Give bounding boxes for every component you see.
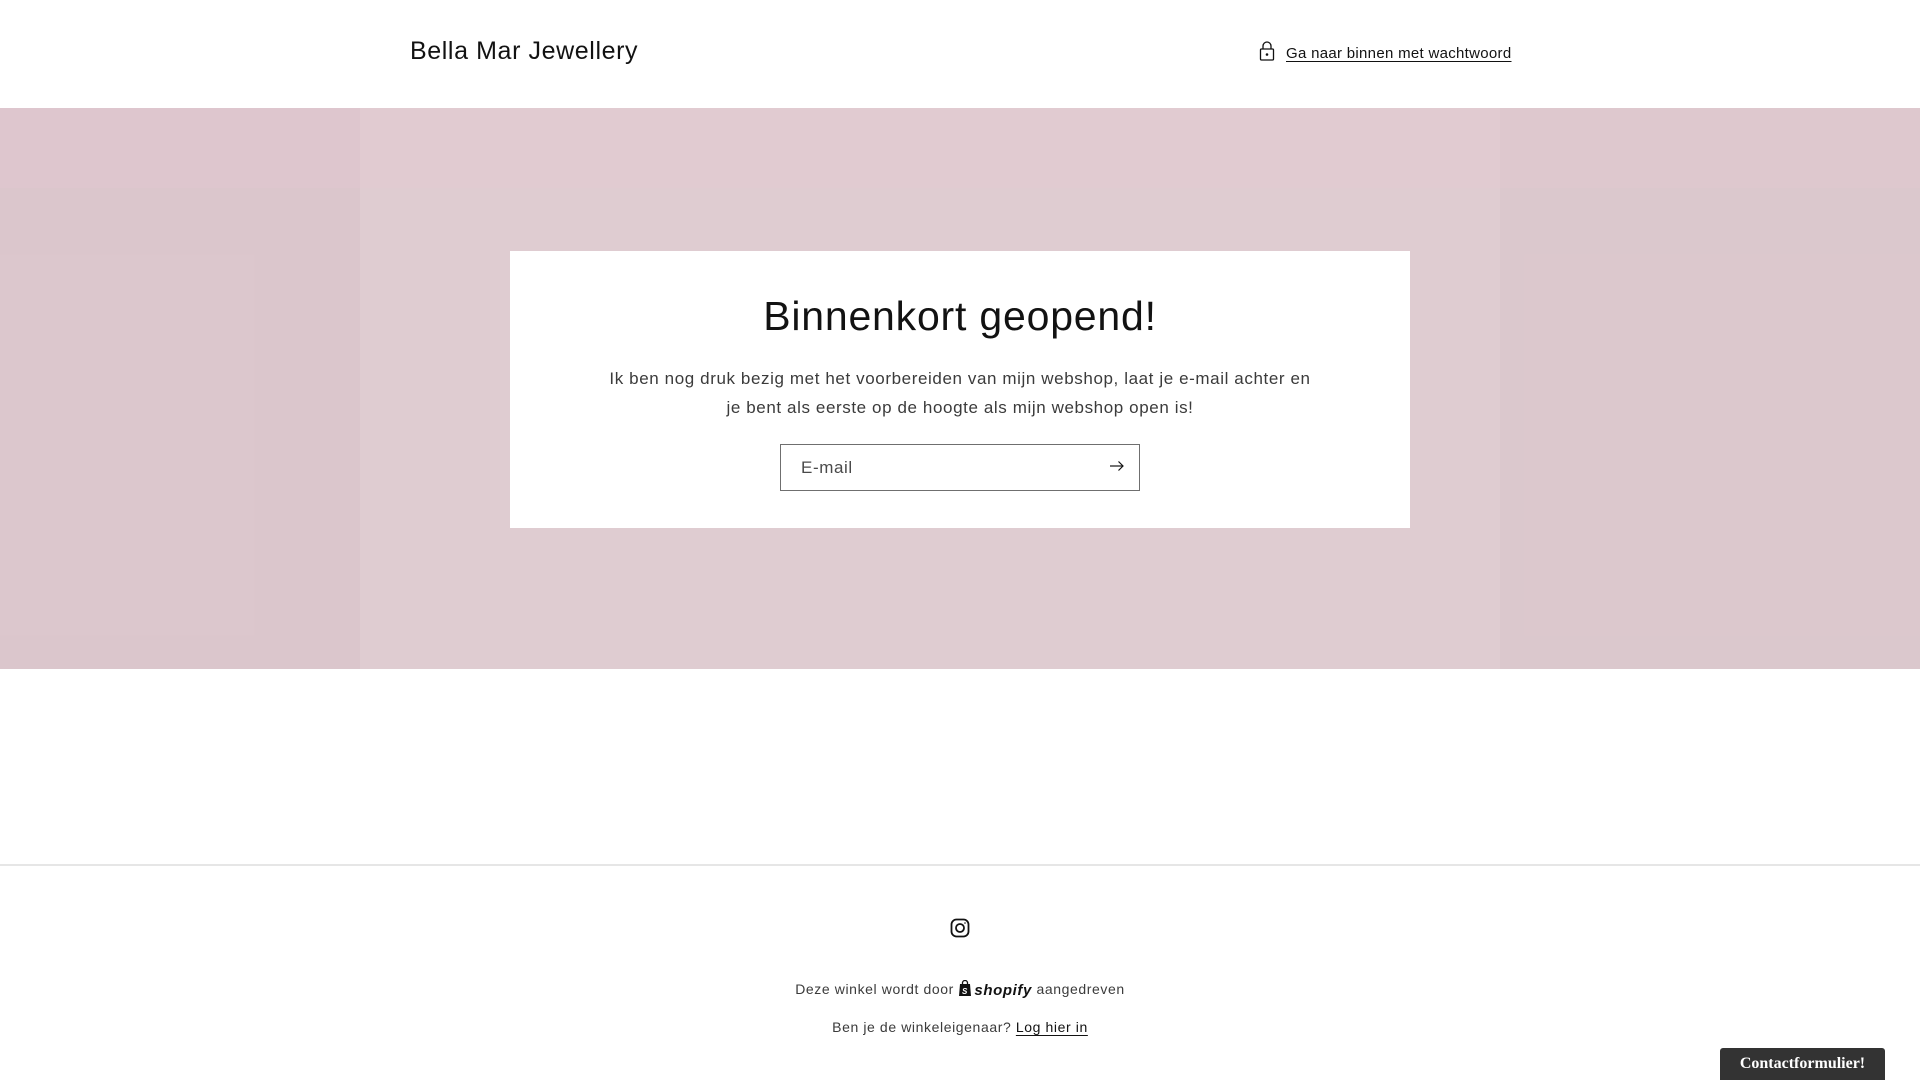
shopify-link[interactable]: S shopify	[958, 979, 1032, 1001]
owner-login-link[interactable]: Log hier in	[1016, 1019, 1088, 1035]
newsletter-form	[780, 444, 1140, 491]
arrow-right-icon	[1109, 459, 1125, 477]
newsletter-card: Binnenkort geopend! Ik ben nog druk bezi…	[510, 251, 1410, 528]
background-shade	[1500, 108, 1920, 669]
background-shade	[0, 108, 1920, 188]
email-input[interactable]	[781, 445, 1091, 490]
page-title: Binnenkort geopend!	[763, 293, 1157, 339]
shopify-bag-icon: S	[958, 979, 972, 1001]
password-login-link[interactable]: Ga naar binnen met wachtwoord	[1258, 40, 1512, 66]
hero-banner: Binnenkort geopend! Ik ben nog druk bezi…	[0, 108, 1920, 669]
password-link-label: Ga naar binnen met wachtwoord	[1286, 44, 1512, 62]
owner-question: Ben je de winkeleigenaar?	[832, 1019, 1012, 1035]
powered-suffix: aangedreven	[1036, 981, 1125, 998]
svg-text:S: S	[962, 987, 968, 996]
contact-form-tab[interactable]: Contactformulier!	[1720, 1048, 1885, 1080]
shopify-wordmark: shopify	[974, 982, 1032, 999]
footer-divider	[0, 864, 1920, 866]
owner-login-text: Ben je de winkeleigenaar? Log hier in	[0, 1019, 1920, 1035]
powered-prefix: Deze winkel wordt door	[795, 981, 954, 998]
newsletter-description: Ik ben nog druk bezig met het voorbereid…	[609, 369, 1311, 417]
instagram-link[interactable]	[950, 918, 970, 938]
instagram-icon	[950, 918, 970, 942]
subscribe-button[interactable]	[1094, 445, 1139, 490]
lock-icon	[1258, 40, 1276, 66]
background-shade	[0, 108, 360, 669]
store-brand[interactable]: Bella Mar Jewellery	[410, 37, 638, 66]
powered-by-text: Deze winkel wordt door S shopify aangedr…	[0, 979, 1920, 1001]
site-header: Bella Mar Jewellery Ga naar binnen met w…	[0, 0, 1920, 108]
